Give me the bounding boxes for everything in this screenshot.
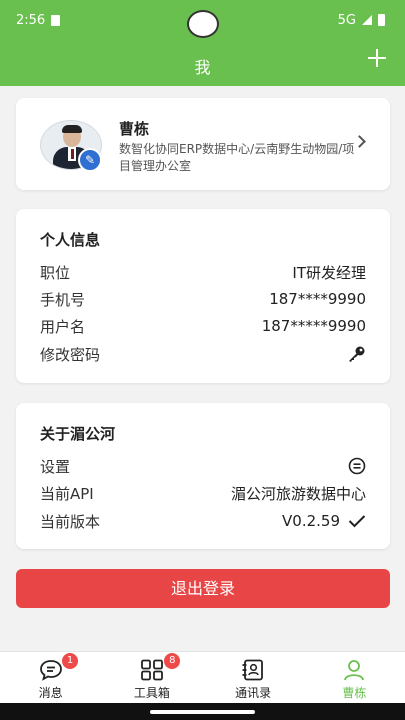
username-row: 用户名 187*****9990 [40, 314, 366, 338]
phone-label: 手机号 [40, 290, 86, 309]
home-indicator[interactable] [150, 710, 255, 714]
profile-name: 曹栋 [119, 120, 150, 138]
position-label: 职位 [40, 263, 71, 282]
tab-toolbox-label: 工具箱 [133, 686, 170, 700]
system-home-bar [0, 703, 405, 720]
edit-pencil-icon[interactable]: ✎ [78, 148, 102, 172]
top-bar: 2:56 5G 我 [0, 0, 405, 86]
username-label: 用户名 [40, 317, 86, 336]
signal-icon [362, 15, 372, 25]
username-value: 187*****9990 [261, 317, 366, 335]
position-row: 职位 IT研发经理 [40, 260, 366, 284]
contacts-icon [242, 659, 264, 681]
position-value: IT研发经理 [292, 263, 366, 282]
avatar-tie [71, 149, 74, 159]
check-icon [348, 515, 366, 528]
chat-icon [39, 660, 62, 681]
version-row: 当前版本 V0.2.59 [40, 509, 366, 533]
add-icon[interactable] [365, 46, 389, 70]
version-value: V0.2.59 [282, 512, 340, 530]
battery-icon [378, 14, 385, 26]
bottom-tab-bar: 1 消息 8 工具箱 通讯录 曹栋 [0, 651, 405, 703]
page-title: 我 [194, 58, 211, 77]
api-row: 当前API 湄公河旅游数据中心 [40, 481, 366, 505]
phone-value: 187****9990 [269, 290, 366, 308]
key-icon[interactable] [346, 345, 366, 363]
tab-messages[interactable]: 1 消息 [0, 652, 101, 703]
camera-cutout [187, 10, 219, 38]
change-password-row[interactable]: 修改密码 [40, 342, 366, 366]
change-password-label: 修改密码 [40, 345, 101, 364]
api-label: 当前API [40, 484, 94, 503]
status-time: 2:56 [16, 12, 46, 28]
tab-me[interactable]: 曹栋 [304, 652, 405, 703]
person-icon [344, 660, 365, 681]
tab-contacts-label: 通讯录 [235, 686, 272, 700]
settings-menu-icon[interactable] [348, 457, 366, 475]
avatar-hair [62, 125, 82, 133]
profile-department: 数智化协同ERP数据中心/云南野生动物园/项目管理办公室 [119, 142, 355, 173]
about-title: 关于湄公河 [40, 425, 116, 443]
personal-info-title: 个人信息 [40, 231, 101, 249]
tab-messages-label: 消息 [38, 686, 63, 700]
tab-me-label: 曹栋 [342, 686, 367, 700]
profile-card[interactable]: ✎ 曹栋 数智化协同ERP数据中心/云南野生动物园/项目管理办公室 [16, 98, 390, 190]
settings-label: 设置 [40, 457, 71, 476]
version-label: 当前版本 [40, 512, 101, 531]
sim-card-icon [51, 14, 61, 26]
personal-info-card: 个人信息 职位 IT研发经理 手机号 187****9990 用户名 187**… [16, 209, 390, 383]
tab-contacts[interactable]: 通讯录 [203, 652, 304, 703]
about-card: 关于湄公河 设置 当前API 湄公河旅游数据中心 当前版本 V0.2.59 [16, 403, 390, 549]
toolbox-badge: 8 [164, 653, 181, 669]
messages-badge: 1 [62, 653, 78, 669]
settings-row[interactable]: 设置 [40, 454, 366, 478]
grid-icon [140, 659, 163, 681]
network-type: 5G [337, 12, 356, 28]
phone-row: 手机号 187****9990 [40, 287, 366, 311]
logout-button[interactable]: 退出登录 [16, 569, 390, 608]
tab-toolbox[interactable]: 8 工具箱 [101, 652, 202, 703]
api-value: 湄公河旅游数据中心 [230, 484, 366, 503]
